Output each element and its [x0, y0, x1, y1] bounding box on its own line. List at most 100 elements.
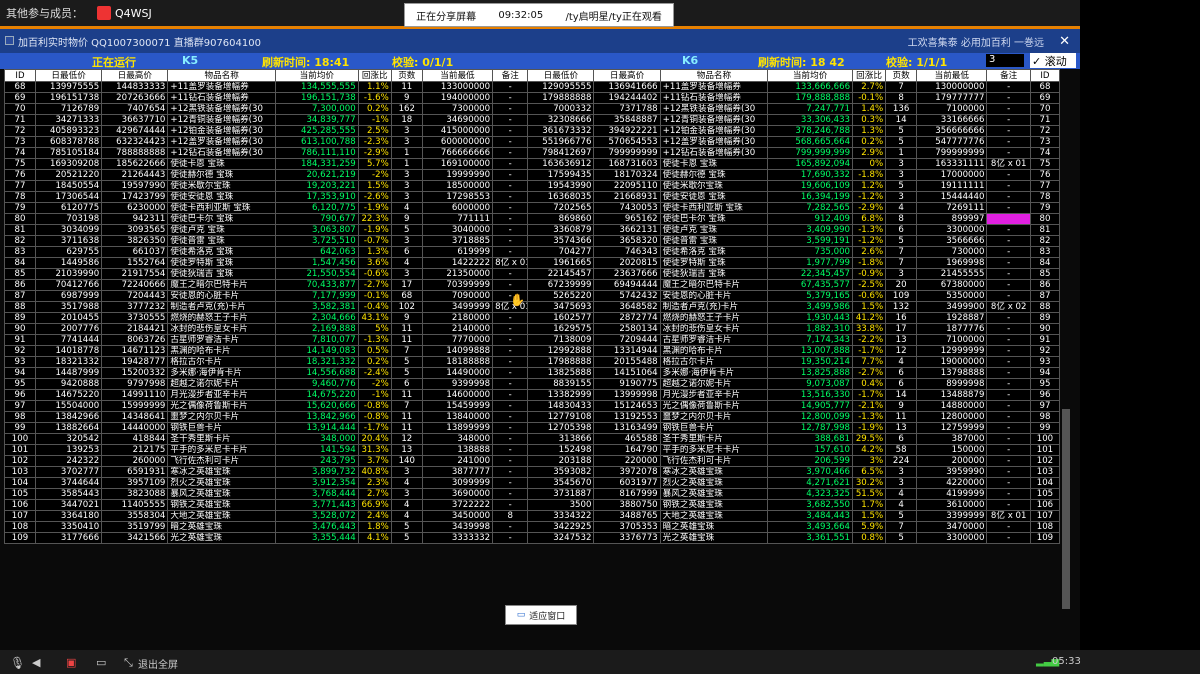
table-row[interactable]: 88 3517988 3777232 制造者卢克(充)卡片 3,582,381 -0.4%…: [3, 301, 1061, 313]
column-header[interactable]: 回涨比: [852, 69, 887, 82]
table-cell: 4: [885, 499, 918, 511]
column-header[interactable]: 当前最低: [421, 69, 494, 82]
column-header[interactable]: 日最高价: [101, 69, 169, 82]
table-row[interactable]: 68 139975555 144833333 +11盖罗装备增幅券 134,555,55…: [3, 81, 1061, 93]
table-cell: 1602577: [527, 312, 595, 324]
table-row[interactable]: 108 3350410 3519799 暗之英雄宝珠 3,476,443 1.8% 5 343…: [3, 521, 1061, 533]
table-cell: 3470000: [916, 521, 988, 533]
table-cell: 3823088: [101, 488, 169, 500]
window-close-button[interactable]: ✕: [1059, 34, 1070, 49]
member-item[interactable]: Q4WSJ: [97, 6, 152, 20]
column-header[interactable]: 当前均价: [767, 69, 854, 82]
table-row[interactable]: 99 13882664 14440000 钢铁巨兽卡片 13,914,444 -1.7% 1…: [3, 422, 1061, 434]
camera-off-icon[interactable]: ▣: [66, 656, 76, 669]
page-select[interactable]: 3: [986, 54, 1024, 67]
table-row[interactable]: 91 7741444 8063726 古星师罗睿洁卡片 7,810,077 -1.3% 11…: [3, 334, 1061, 346]
table-cell: 5: [885, 180, 918, 192]
table-cell: 21,550,554: [274, 268, 359, 280]
table-row[interactable]: 109 3177666 3421566 光之英雄宝珠 3,355,444 4.1% 5 333…: [3, 532, 1061, 544]
table-cell: 3731887: [527, 488, 595, 500]
fit-window-button[interactable]: ▭ 适应窗口: [505, 605, 577, 625]
column-header[interactable]: 备注: [986, 69, 1031, 82]
table-cell: 75: [3, 158, 37, 170]
mic-icon[interactable]: 🎙: [10, 656, 25, 670]
table-cell: 燃烧的赫怒王子卡片: [659, 312, 769, 324]
column-header[interactable]: 日最低价: [527, 69, 595, 82]
table-row[interactable]: 98 13842966 14348641 噩梦之内尔贝卡片 13,842,966 -0.8…: [3, 411, 1061, 423]
table-cell: 169100000: [421, 158, 494, 170]
table-cell: 3,912,354: [274, 477, 359, 489]
exit-fullscreen-icon[interactable]: ⤡: [124, 656, 133, 670]
table-cell: 使徒安徒恩 宝珠: [659, 191, 769, 203]
table-cell: 7: [885, 257, 918, 269]
table-row[interactable]: 77 18450554 19597990 使徒米歇尔宝珠 19,203,221 1.5% 3…: [3, 180, 1061, 192]
table-row[interactable]: 70 7126789 7407654 +12黑铁装备增幅券(30 7,300,000 0.…: [3, 103, 1061, 115]
table-cell: 140: [390, 455, 423, 467]
table-cell: -: [492, 499, 529, 511]
table-cell: 12,787,998: [767, 422, 854, 434]
column-header[interactable]: 日最高价: [593, 69, 661, 82]
table-row[interactable]: 106 3447021 11405555 钢铁之英雄宝珠 3,771,443 66.9% 4…: [3, 499, 1061, 511]
table-row[interactable]: 80 703198 942311 使徒巴卡尔 宝珠 790,677 22.3% 9 77111…: [3, 213, 1061, 225]
table-row[interactable]: 71 34271333 36637710 +12青铜装备增幅券(30 34,839,77…: [3, 114, 1061, 126]
table-cell: -: [986, 466, 1031, 478]
table-row[interactable]: 72 405893323 429674444 +12铂金装备增幅券(30 425,285…: [3, 125, 1061, 137]
table-row[interactable]: 79 6120775 6230000 使徒卡西利亚斯 宝珠 6,120,775 -1.9%…: [3, 202, 1061, 214]
speaker-icon[interactable]: ◀: [32, 656, 40, 669]
table-row[interactable]: 102 242322 260000 飞行佐杰利可卡片 243,795 3.7% 140 241…: [3, 455, 1061, 467]
exit-fullscreen-button[interactable]: 退出全屏: [138, 656, 178, 671]
column-header[interactable]: 物品名称: [659, 69, 769, 82]
table-row[interactable]: 92 14018778 14671123 黑渊的哈布卡片 14,149,083 0.5% 7…: [3, 345, 1061, 357]
table-row[interactable]: 105 3585443 3823088 暴风之英雄宝珠 3,768,444 2.7% 3 36…: [3, 488, 1061, 500]
table-cell: 19543990: [527, 180, 595, 192]
column-header[interactable]: 页数: [885, 69, 918, 82]
table-row[interactable]: 84 1449586 1552764 使徒罗特斯 宝珠 1,547,456 3.6% 4 14…: [3, 257, 1061, 269]
table-cell: 965162: [593, 213, 661, 225]
column-header[interactable]: 页数: [390, 69, 423, 82]
table-row[interactable]: 101 139253 212175 平手的多米尼卡卡片 141,594 31.3% 13 13…: [3, 444, 1061, 456]
table-row[interactable]: 75 169309208 185622666 使徒卡恩 宝珠 184,331,259 5.…: [3, 158, 1061, 170]
table-row[interactable]: 89 2010455 3730555 燃烧的赫怒王子卡片 2,304,666 43.1% 9…: [3, 312, 1061, 324]
table-row[interactable]: 86 70412766 72240666 魔王之暗尔巴特卡片 70,433,877 -2.…: [3, 279, 1061, 291]
table-cell: 3,476,443: [274, 521, 359, 533]
column-header[interactable]: 日最低价: [35, 69, 103, 82]
table-row[interactable]: 73 608378788 632324423 +12盖罗装备增幅券(30 613,100…: [3, 136, 1061, 148]
column-header[interactable]: 当前最低: [916, 69, 988, 82]
table-row[interactable]: 104 3744644 3957109 烈火之英雄宝珠 3,912,354 2.3% 4 30…: [3, 477, 1061, 489]
table-row[interactable]: 95 9420888 9797998 超越之诺尔妮卡片 9,460,776 -2% 6 939…: [3, 378, 1061, 390]
table-row[interactable]: 93 18321332 19428777 格拉古尔卡片 18,321,332 0.2% 5 1…: [3, 356, 1061, 368]
table-row[interactable]: 69 196151738 207263666 +11钻石装备增幅券 196,151,73…: [3, 92, 1061, 104]
table-cell: 13842966: [35, 411, 103, 423]
table-cell: 光之英雄宝珠: [167, 532, 276, 544]
table-cell: 3517988: [35, 301, 103, 313]
table-row[interactable]: 94 14487999 15200332 多米娜·海伊肯卡片 14,556,688 -2.…: [3, 367, 1061, 379]
table-row[interactable]: 103 3702777 6591931 寒冰之英雄宝珠 3,899,732 40.8% 3 3…: [3, 466, 1061, 478]
table-row[interactable]: 96 14675220 14991110 月光漫步者亚辛卡片 14,675,220 -1%…: [3, 389, 1061, 401]
table-row[interactable]: 81 3034099 3093565 使徒卢克 宝珠 3,063,807 -1.9% 5 30…: [3, 224, 1061, 236]
table-row[interactable]: 87 6987999 7204443 安徒恩的心脏卡片 7,177,999 -0.1% 68…: [3, 290, 1061, 302]
table-cell: 4: [390, 477, 423, 489]
table-row[interactable]: 90 2007776 2184421 冰封的悲伤皇女卡片 2,169,888 5% 11 21…: [3, 323, 1061, 335]
table-row[interactable]: 107 3364180 3558304 大地之英雄宝珠 3,528,072 2.4% 4 34…: [3, 510, 1061, 522]
table-row[interactable]: 74 785105184 788888888 +12钻石装备增幅券(30 786,111…: [3, 147, 1061, 159]
table-cell: 102: [3, 455, 37, 467]
table-row[interactable]: 85 21039990 21917554 使徒狄瑞吉 宝珠 21,550,554 -0.6…: [3, 268, 1061, 280]
column-header[interactable]: 物品名称: [167, 69, 276, 82]
table-row[interactable]: 100 320542 418844 圣干秀里斯卡片 348,000 20.4% 12 3480…: [3, 433, 1061, 445]
table-cell: 2007776: [35, 323, 103, 335]
table-cell: 71: [1029, 114, 1061, 126]
table-row[interactable]: 97 15504000 15999999 光之偶像荷鲁斯卡片 15,620,666 -0.…: [3, 400, 1061, 412]
screen-share-icon[interactable]: ▭: [96, 656, 106, 669]
table-row[interactable]: 82 3711638 3826350 使徒普雷 宝珠 3,725,510 -0.7% 3 37…: [3, 235, 1061, 247]
table-row[interactable]: 76 20521220 21264443 使徒赫尔德 宝珠 20,621,219 -2% 3…: [3, 169, 1061, 181]
table-row[interactable]: 83 629755 661037 使徒希洛克 宝珠 642,063 1.3% 6 619999…: [3, 246, 1061, 258]
column-header[interactable]: ID: [1029, 69, 1061, 82]
table-row[interactable]: 78 17306544 17423799 使徒安徒恩 宝珠 17,353,910 -2.6…: [3, 191, 1061, 203]
table-cell: +11钻石装备增幅券: [659, 92, 769, 104]
column-header[interactable]: ID: [3, 69, 37, 82]
column-header[interactable]: 备注: [492, 69, 529, 82]
scroll-checkbox[interactable]: ✓ 滚动: [1030, 53, 1076, 68]
vertical-scrollbar[interactable]: [1062, 409, 1070, 609]
column-header[interactable]: 当前均价: [274, 69, 359, 82]
column-header[interactable]: 回涨比: [357, 69, 392, 82]
